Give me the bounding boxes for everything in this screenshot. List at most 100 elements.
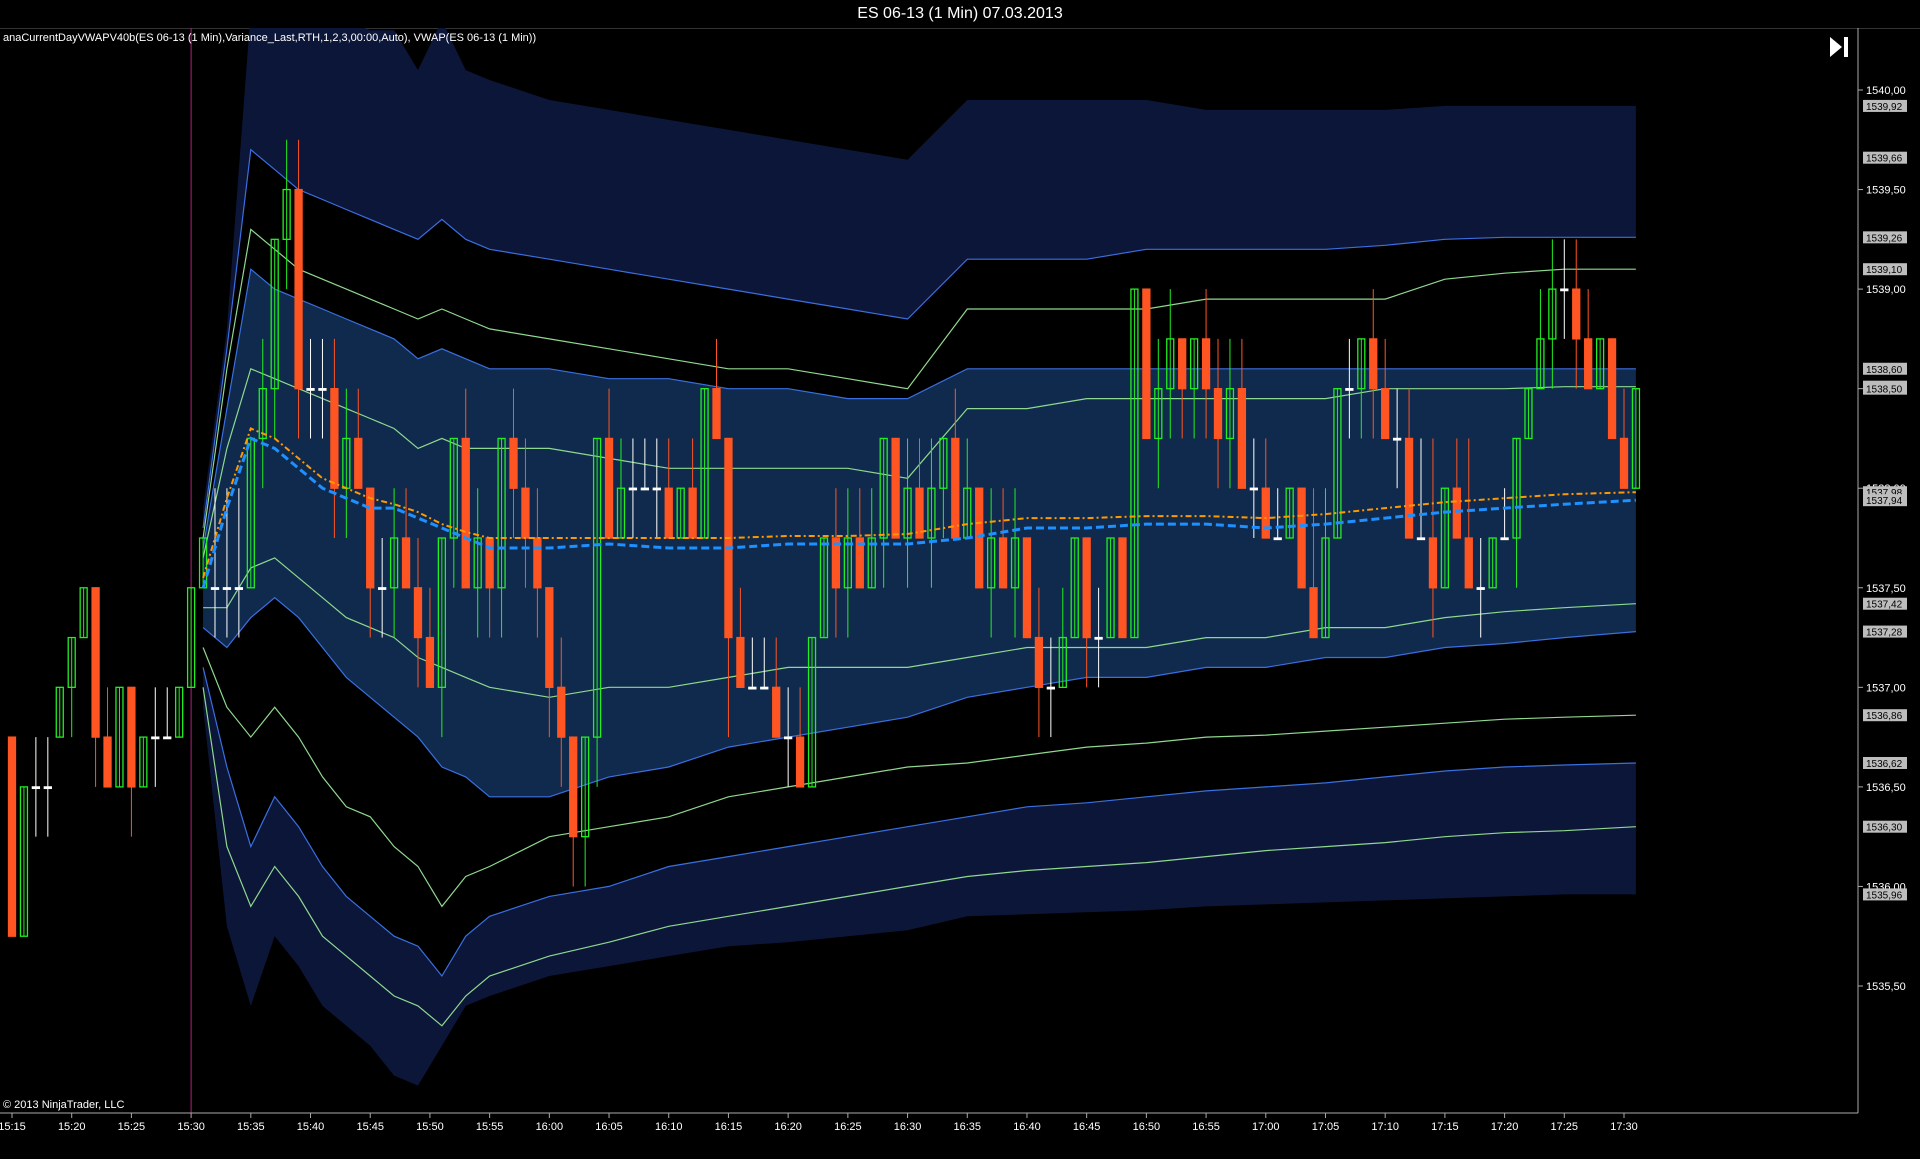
candle-body (91, 587, 100, 738)
candle (1572, 239, 1581, 389)
price-marker-label: 1539,92 (1866, 102, 1903, 113)
price-marker: 1536,62 (1863, 756, 1907, 770)
x-tick-label: 16:05 (595, 1121, 623, 1133)
candle-body (413, 587, 423, 639)
candle-body (1404, 437, 1414, 539)
candle-body (688, 487, 697, 539)
candle (569, 736, 578, 887)
candle-body (604, 437, 614, 539)
y-tick-label: 1536,50 (1866, 782, 1906, 794)
price-marker: 1539,92 (1863, 99, 1907, 113)
x-tick-label: 17:20 (1491, 1121, 1519, 1133)
candle-body (318, 388, 327, 391)
x-tick-label: 15:35 (237, 1121, 265, 1133)
candle-body (533, 537, 542, 589)
candle-body (772, 686, 781, 738)
candle (891, 437, 900, 539)
candle-body (378, 587, 387, 590)
candle-body (294, 188, 303, 390)
x-tick-label: 16:30 (894, 1121, 922, 1133)
x-tick-label: 16:10 (655, 1121, 683, 1133)
price-marker-label: 1538,60 (1866, 365, 1903, 376)
candle-body (628, 487, 638, 491)
candle-body (1476, 587, 1485, 590)
price-marker-label: 1537,28 (1866, 628, 1903, 639)
candle (712, 338, 721, 440)
candle (43, 737, 52, 837)
candle (67, 636, 76, 738)
candle-body (151, 736, 160, 740)
x-tick-label: 17:10 (1371, 1121, 1399, 1133)
candle-body (1237, 388, 1247, 489)
candle-body (736, 636, 745, 688)
candle-body (1034, 636, 1044, 688)
candle (1297, 487, 1306, 589)
skip-to-end-icon[interactable] (1826, 34, 1852, 60)
price-marker-label: 1539,26 (1866, 233, 1903, 244)
candle (127, 686, 136, 837)
time-axis: 15:15 15:20 15:25 15:30 15:35 15:40 15:45 15:50… (0, 1112, 1858, 1133)
candle-body (891, 437, 900, 539)
candle-body (1082, 537, 1091, 639)
candle (7, 736, 17, 937)
candle-body (1464, 537, 1473, 589)
y-tick-label: 1540,00 (1866, 85, 1906, 97)
y-tick-label: 1539,50 (1866, 185, 1906, 197)
x-tick-label: 16:25 (834, 1121, 862, 1133)
candle (1142, 288, 1151, 440)
candle-body (1022, 537, 1032, 639)
price-marker: 1539,10 (1863, 263, 1907, 276)
candle-body (1619, 437, 1629, 489)
candle (1560, 239, 1569, 339)
candle-body (712, 388, 721, 440)
candle-body (748, 686, 757, 690)
candle-body (783, 736, 793, 740)
price-marker: 1535,96 (1863, 888, 1907, 901)
window-title: ES 06-13 (1 Min) 07.03.2013 (0, 0, 1920, 29)
price-marker: 1537,42 (1863, 597, 1907, 611)
price-marker-label: 1536,86 (1866, 711, 1903, 722)
candle-body (210, 587, 220, 590)
candle-body (1046, 686, 1055, 690)
price-chart[interactable]: 1540,001539,501539,001538,501538,001537,… (0, 28, 1920, 1159)
x-tick-label: 15:55 (476, 1121, 504, 1133)
candle-body (998, 537, 1008, 589)
candle (1022, 537, 1032, 639)
price-marker-label: 1537,94 (1866, 496, 1903, 507)
price-marker: 1539,66 (1863, 151, 1907, 165)
x-tick-label: 16:55 (1192, 1121, 1220, 1133)
candle-body (975, 487, 984, 589)
y-tick-label: 1537,00 (1866, 682, 1906, 694)
candle-body (1213, 388, 1223, 440)
candle-body (1094, 636, 1103, 640)
candle-body (330, 388, 339, 489)
candle-body (1118, 537, 1127, 639)
candle-body (545, 587, 554, 688)
candle (186, 587, 196, 688)
x-tick-label: 17:30 (1610, 1121, 1638, 1133)
x-tick-label: 15:25 (118, 1121, 146, 1133)
x-tick-label: 17:00 (1252, 1121, 1280, 1133)
candle-body (1392, 437, 1402, 441)
price-marker: 1536,86 (1863, 709, 1907, 722)
candle (1584, 289, 1593, 390)
candle-body (569, 736, 578, 838)
x-tick-label: 15:50 (416, 1121, 444, 1133)
candle-body (1584, 338, 1593, 390)
y-tick-label: 1537,50 (1866, 583, 1906, 595)
price-marker: 1537,94 (1863, 494, 1907, 507)
candle-body (521, 487, 530, 539)
x-tick-label: 15:20 (58, 1121, 86, 1133)
candle-body (1560, 288, 1569, 292)
x-tick-label: 16:20 (774, 1121, 802, 1133)
candle-body (127, 686, 136, 788)
candle-body (366, 487, 375, 589)
candle (79, 587, 88, 639)
candle-body (652, 487, 661, 491)
candle (175, 686, 184, 738)
y-tick-label: 1535,50 (1866, 981, 1906, 993)
candle (55, 686, 64, 738)
price-marker-label: 1538,50 (1866, 385, 1903, 396)
candle (1118, 537, 1127, 639)
candle-body (509, 437, 518, 489)
